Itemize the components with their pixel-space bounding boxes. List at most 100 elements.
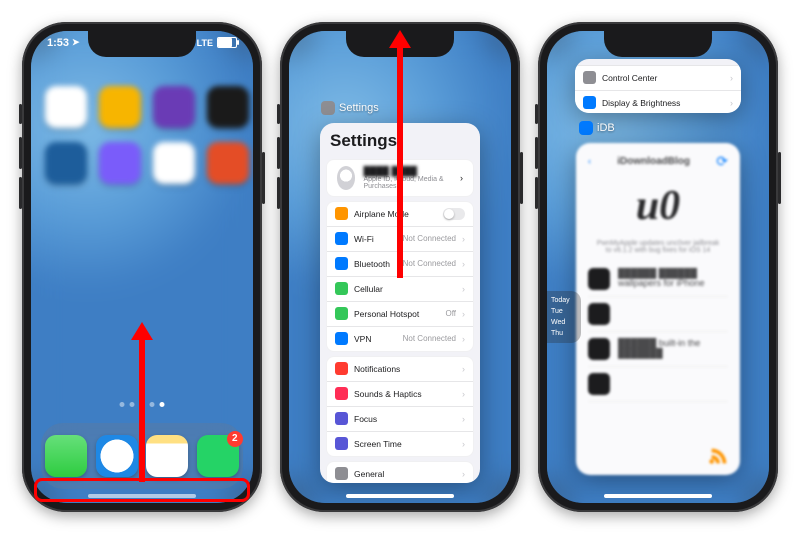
refresh-icon[interactable]: ⟳: [716, 153, 728, 170]
news-item[interactable]: [588, 367, 728, 402]
side-button[interactable]: [520, 152, 523, 204]
volume-down-button[interactable]: [19, 177, 22, 209]
avatar: [337, 166, 355, 190]
settings-row-control-center[interactable]: Control Center›: [575, 66, 741, 91]
notch: [88, 31, 196, 57]
status-time: 1:53: [47, 37, 69, 49]
news-title: ██████ ██████ wallpapers for iPhone: [618, 268, 728, 290]
row-icon: [335, 282, 348, 295]
home-app[interactable]: [45, 86, 87, 128]
news-thumbnail: [588, 338, 610, 360]
rss-icon: [708, 445, 730, 469]
app-switcher[interactable]: Control Center›Display & Brightness› iDB…: [547, 31, 769, 503]
arrow-shaft: [397, 48, 403, 278]
app-card-settings-peek[interactable]: Control Center›Display & Brightness›: [575, 59, 741, 113]
day-label: Thu: [547, 328, 581, 339]
home-app[interactable]: [207, 86, 249, 128]
annotation-swipe-up-arrow: [389, 30, 411, 278]
toggle-switch[interactable]: [443, 208, 465, 220]
home-app[interactable]: [99, 142, 141, 184]
volume-down-button[interactable]: [535, 177, 538, 209]
news-title: [618, 373, 728, 395]
day-label: Today: [547, 295, 581, 306]
news-title: [618, 303, 728, 325]
volume-up-button[interactable]: [277, 137, 280, 169]
day-label: Wed: [547, 317, 581, 328]
app-icon: [579, 121, 593, 135]
settings-row-screen-time[interactable]: Screen Time›: [327, 432, 473, 456]
chevron-right-icon: ›: [462, 364, 465, 374]
news-list: ██████ ██████ wallpapers for iPhone █████…: [588, 262, 728, 402]
side-button[interactable]: [778, 152, 781, 204]
row-value: Off: [445, 309, 456, 318]
home-indicator[interactable]: [604, 494, 712, 498]
back-icon[interactable]: ‹: [588, 156, 591, 166]
side-button[interactable]: [262, 152, 265, 204]
news-item[interactable]: ██████ built-in the ███████: [588, 332, 728, 367]
row-icon: [335, 332, 348, 345]
arrow-head-icon: [131, 322, 153, 340]
news-thumbnail: [588, 373, 610, 395]
row-icon: [335, 467, 348, 480]
home-app[interactable]: [207, 142, 249, 184]
row-icon: [335, 307, 348, 320]
settings-row-cellular[interactable]: Cellular›: [327, 277, 473, 302]
location-icon: ➤: [72, 37, 80, 48]
row-label: Notifications: [354, 364, 456, 374]
settings-row-vpn[interactable]: VPNNot Connected›: [327, 327, 473, 351]
settings-row-focus[interactable]: Focus›: [327, 407, 473, 432]
widget-blurb: PwnMyApple updates unc0ver jailbreak to …: [588, 240, 728, 262]
settings-icon: [321, 101, 335, 115]
row-icon: [583, 96, 596, 109]
settings-row-display-brightness[interactable]: Display & Brightness›: [575, 91, 741, 113]
chevron-right-icon: ›: [462, 439, 465, 449]
row-label: Cellular: [354, 284, 450, 294]
news-thumbnail: [588, 303, 610, 325]
chevron-right-icon: ›: [462, 309, 465, 319]
row-icon: [335, 232, 348, 245]
home-app[interactable]: [153, 86, 195, 128]
whatsapp-business-app[interactable]: 2: [197, 435, 239, 477]
battery-icon: [217, 37, 237, 48]
row-label: Focus: [354, 414, 456, 424]
chevron-right-icon: ›: [460, 173, 463, 183]
news-item[interactable]: [588, 297, 728, 332]
home-screen-apps: [45, 86, 239, 184]
volume-up-button[interactable]: [535, 137, 538, 169]
home-app[interactable]: [99, 86, 141, 128]
phone-frame-1: 1:53 ➤ LTE 2: [22, 22, 262, 512]
notification-badge: 2: [227, 431, 243, 447]
row-label: Display & Brightness: [602, 98, 724, 108]
volume-up-button[interactable]: [19, 137, 22, 169]
switcher-app-label: Settings: [339, 102, 379, 114]
annotation-swipe-up-arrow: [131, 322, 153, 482]
home-app[interactable]: [153, 142, 195, 184]
row-label: Personal Hotspot: [354, 309, 439, 319]
phone-app[interactable]: [45, 435, 87, 477]
settings-row-sounds-haptics[interactable]: Sounds & Haptics›: [327, 382, 473, 407]
settings-group-notifications: Notifications›Sounds & Haptics›Focus›Scr…: [326, 356, 474, 457]
mute-switch[interactable]: [19, 104, 22, 124]
network-label: LTE: [197, 38, 213, 48]
mute-switch[interactable]: [277, 104, 280, 124]
row-label: Control Center: [602, 73, 724, 83]
settings-row-notifications[interactable]: Notifications ›: [327, 357, 473, 382]
news-title: ██████ built-in the ███████: [618, 338, 728, 360]
arrow-head-icon: [389, 30, 411, 48]
settings-row-general[interactable]: General ›: [327, 462, 473, 483]
tutorial-three-phones: 1:53 ➤ LTE 2: [22, 22, 778, 512]
row-icon: [335, 387, 348, 400]
app-card-widget[interactable]: ‹ iDownloadBlog ⟳ u0 PwnMyApple updates …: [576, 143, 740, 475]
home-app[interactable]: [45, 142, 87, 184]
row-value: Not Connected: [403, 334, 456, 343]
settings-row-personal-hotspot[interactable]: Personal Hotspot Off ›: [327, 302, 473, 327]
switcher-app-header: Settings: [321, 101, 379, 115]
widget-title: iDownloadBlog: [617, 156, 690, 167]
chevron-right-icon: ›: [462, 469, 465, 479]
mute-switch[interactable]: [535, 104, 538, 124]
volume-down-button[interactable]: [277, 177, 280, 209]
arrow-shaft: [139, 340, 145, 482]
home-indicator[interactable]: [346, 494, 454, 498]
news-item[interactable]: ██████ ██████ wallpapers for iPhone: [588, 262, 728, 297]
row-label: General: [354, 469, 456, 479]
